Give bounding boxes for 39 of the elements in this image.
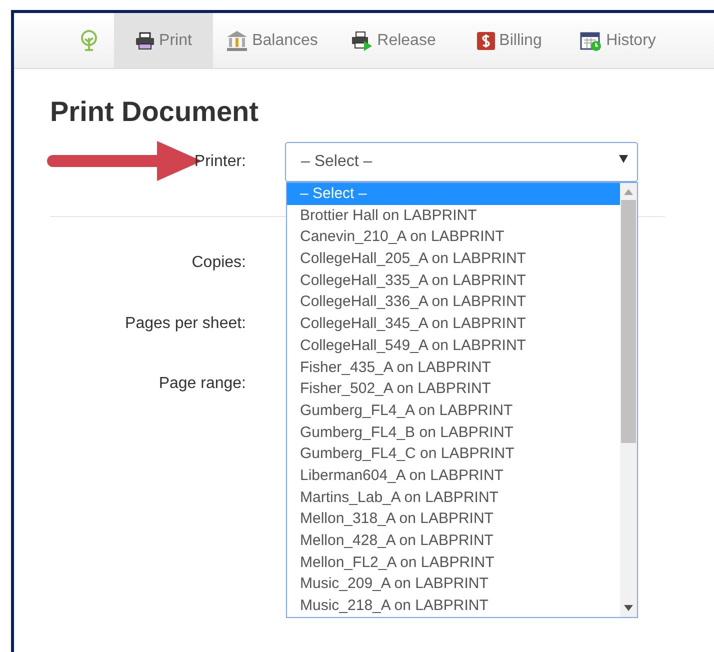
printer-option[interactable]: Gumberg_FL4_C on LABPRINT [287, 443, 620, 465]
scroll-up-icon[interactable] [624, 189, 633, 195]
dollar-icon [477, 32, 496, 50]
printer-option[interactable]: CollegeHall_336_A on LABPRINT [287, 291, 620, 314]
printer-option[interactable]: Mellon_FL2_A on LABPRINT [287, 552, 620, 574]
printer-option[interactable]: Gumberg_FL4_B on LABPRINT [287, 422, 620, 444]
printer-option[interactable]: Gumberg_FL4_A on LABPRINT [287, 400, 620, 422]
field-label: Pages per sheet: [125, 314, 246, 334]
scroll-down-icon[interactable] [624, 605, 633, 611]
printer-select[interactable]: – Select – [285, 142, 638, 182]
printer-option[interactable]: Music_209_A on LABPRINT [287, 573, 620, 596]
scrollbar[interactable] [620, 183, 637, 617]
caret-icon [619, 155, 628, 163]
page-title: Print Document [50, 95, 258, 129]
printer-option[interactable]: CollegeHall_205_A on LABPRINT [287, 248, 620, 270]
nav-tab[interactable]: Balances [213, 13, 331, 68]
nav-tab[interactable]: History [563, 13, 673, 68]
printer-option[interactable]: CollegeHall_345_A on LABPRINT [287, 313, 620, 335]
field-label: Page range: [158, 374, 246, 394]
printer-option[interactable]: CollegeHall_549_A on LABPRINT [287, 334, 620, 356]
bank-icon [226, 30, 248, 52]
printer-option[interactable]: Music_218_A on LABPRINT [287, 595, 620, 617]
printer-option[interactable]: CollegeHall_335_A on LABPRINT [287, 270, 620, 292]
nav-tab[interactable]: Billing [456, 13, 563, 68]
printer-option[interactable]: Mellon_428_A on LABPRINT [287, 530, 620, 552]
field-label: Printer: [194, 152, 246, 172]
printer-option[interactable]: Fisher_502_A on LABPRINT [287, 378, 620, 400]
field-label: Copies: [192, 253, 246, 273]
printer-option[interactable]: Canevin_210_A on LABPRINT [287, 226, 620, 248]
nav-tab[interactable]: Release [331, 13, 456, 68]
tree-icon [80, 30, 98, 52]
printer-option[interactable]: Liberman604_A on LABPRINT [287, 464, 620, 487]
printer-icon [135, 32, 156, 50]
calendar-clock-icon [580, 30, 602, 50]
printer-option[interactable]: Martins_Lab_A on LABPRINT [287, 486, 620, 508]
printer-option[interactable]: Mellon_318_A on LABPRINT [287, 508, 620, 530]
printer-option[interactable]: Brottier Hall on LABPRINT [287, 204, 620, 226]
printer-play-icon [351, 30, 374, 50]
printer-option[interactable]: Fisher_435_A on LABPRINT [287, 356, 620, 378]
